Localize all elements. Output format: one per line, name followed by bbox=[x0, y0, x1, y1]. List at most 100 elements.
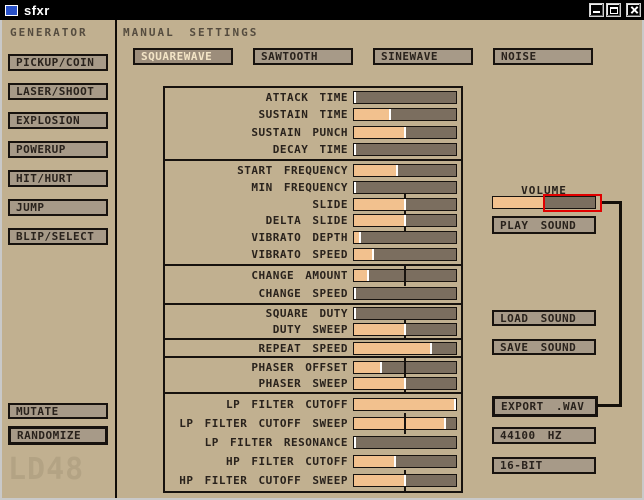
app-icon bbox=[5, 5, 18, 16]
lp-filter-resonance-slider[interactable] bbox=[353, 436, 457, 449]
decay-time-slider[interactable] bbox=[353, 143, 457, 156]
slider-row: SLIDE bbox=[165, 198, 461, 211]
generator-hit-hurt-button[interactable]: HIT/HURT bbox=[8, 170, 108, 187]
waveform-sawtooth-button[interactable]: SAWTOOTH bbox=[253, 48, 353, 65]
decay-time-label: DECAY TIME bbox=[273, 143, 348, 156]
generator-header: GENERATOR bbox=[10, 26, 88, 39]
slider-marker bbox=[396, 165, 398, 176]
slider-fill bbox=[354, 475, 404, 486]
waveform-button-label: NOISE bbox=[501, 50, 537, 63]
hp-filter-cutoff-sweep-slider[interactable] bbox=[353, 474, 457, 487]
slider-fill bbox=[354, 199, 404, 210]
randomize-button[interactable]: RANDOMIZE bbox=[8, 426, 108, 445]
repeat-speed-slider[interactable] bbox=[353, 342, 457, 355]
waveform-sinewave-button[interactable]: SINEWAVE bbox=[373, 48, 473, 65]
maximize-button[interactable] bbox=[606, 3, 621, 17]
sustain-punch-slider[interactable] bbox=[353, 126, 457, 139]
slider-marker bbox=[404, 378, 406, 389]
close-button[interactable] bbox=[626, 3, 641, 17]
phaser-sweep-label: PHASER SWEEP bbox=[259, 377, 348, 390]
generator-pickup-coin-button[interactable]: PICKUP/COIN bbox=[8, 54, 108, 71]
slider-group: PHASER OFFSET PHASER SWEEP bbox=[163, 356, 463, 394]
generator-button-label: HIT/HURT bbox=[16, 172, 73, 185]
waveform-noise-button[interactable]: NOISE bbox=[493, 48, 593, 65]
center-tick bbox=[404, 265, 406, 286]
bit-depth-button[interactable]: 16-BIT bbox=[492, 457, 596, 474]
generator-explosion-button[interactable]: EXPLOSION bbox=[8, 112, 108, 129]
slider-row: PHASER SWEEP bbox=[165, 377, 461, 390]
vibrato-speed-slider[interactable] bbox=[353, 248, 457, 261]
slider-row: HP FILTER CUTOFF SWEEP bbox=[165, 474, 461, 487]
slider-marker bbox=[404, 127, 406, 138]
slider-row: LP FILTER CUTOFF SWEEP bbox=[165, 417, 461, 430]
change-amount-slider[interactable] bbox=[353, 269, 457, 282]
export-wav-button[interactable]: EXPORT .WAV bbox=[492, 396, 598, 417]
window-title: sfxr bbox=[24, 3, 50, 18]
titlebar[interactable]: sfxr bbox=[0, 0, 644, 20]
slider-fill bbox=[354, 109, 389, 120]
slider-group: ATTACK TIMESUSTAIN TIMESUSTAIN PUNCHDECA… bbox=[163, 86, 463, 161]
waveform-squarewave-button[interactable]: SQUAREWAVE bbox=[133, 48, 233, 65]
duty-sweep-label: DUTY SWEEP bbox=[273, 323, 348, 336]
slider-marker bbox=[430, 343, 432, 354]
slider-row: LP FILTER CUTOFF bbox=[165, 398, 461, 411]
lp-filter-cutoff-sweep-slider[interactable] bbox=[353, 417, 457, 430]
slider-marker bbox=[354, 288, 356, 299]
waveform-button-row: SQUAREWAVE SAWTOOTH SINEWAVE NOISE bbox=[133, 48, 593, 65]
duty-sweep-slider[interactable] bbox=[353, 323, 457, 336]
repeat-speed-label: REPEAT SPEED bbox=[259, 342, 348, 355]
sample-rate-label: 44100 HZ bbox=[500, 429, 562, 442]
slider-fill bbox=[354, 215, 404, 226]
slider-marker bbox=[404, 199, 406, 210]
generator-blip-select-button[interactable]: BLIP/SELECT bbox=[8, 228, 108, 245]
min-frequency-slider[interactable] bbox=[353, 181, 457, 194]
slider-row: SUSTAIN PUNCH bbox=[165, 126, 461, 139]
slider-fill bbox=[354, 165, 396, 176]
slider-marker bbox=[404, 475, 406, 486]
slider-row: PHASER OFFSET bbox=[165, 361, 461, 374]
slider-fill bbox=[354, 378, 404, 389]
slider-marker bbox=[404, 215, 406, 226]
start-frequency-label: START FREQUENCY bbox=[237, 164, 348, 177]
export-wav-label: EXPORT .WAV bbox=[501, 400, 584, 413]
slider-marker bbox=[454, 399, 456, 410]
start-frequency-slider[interactable] bbox=[353, 164, 457, 177]
delta-slide-slider[interactable] bbox=[353, 214, 457, 227]
attack-time-slider[interactable] bbox=[353, 91, 457, 104]
generator-laser-shoot-button[interactable]: LASER/SHOOT bbox=[8, 83, 108, 100]
phaser-sweep-slider[interactable] bbox=[353, 377, 457, 390]
export-connector-line bbox=[619, 201, 622, 407]
hp-filter-cutoff-slider[interactable] bbox=[353, 455, 457, 468]
slider-marker bbox=[359, 232, 361, 243]
delta-slide-label: DELTA SLIDE bbox=[266, 214, 348, 227]
slider-row: DECAY TIME bbox=[165, 143, 461, 156]
sustain-time-slider[interactable] bbox=[353, 108, 457, 121]
slider-marker bbox=[404, 324, 406, 335]
sustain-time-label: SUSTAIN TIME bbox=[259, 108, 348, 121]
change-speed-slider[interactable] bbox=[353, 287, 457, 300]
sample-rate-button[interactable]: 44100 HZ bbox=[492, 427, 596, 444]
slider-row: SUSTAIN TIME bbox=[165, 108, 461, 121]
generator-jump-button[interactable]: JUMP bbox=[8, 199, 108, 216]
mutate-button[interactable]: MUTATE bbox=[8, 403, 108, 419]
waveform-button-label: SINEWAVE bbox=[381, 50, 438, 63]
vibrato-depth-slider[interactable] bbox=[353, 231, 457, 244]
slider-group: START FREQUENCY MIN FREQUENCY SLIDE DELTA S… bbox=[163, 159, 463, 266]
window-controls bbox=[589, 3, 641, 17]
minimize-button[interactable] bbox=[589, 3, 604, 17]
min-frequency-label: MIN FREQUENCY bbox=[251, 181, 348, 194]
slider-fill bbox=[354, 270, 367, 281]
slide-slider[interactable] bbox=[353, 198, 457, 211]
slider-row: DELTA SLIDE bbox=[165, 214, 461, 227]
hp-filter-cutoff-sweep-label: HP FILTER CUTOFF SWEEP bbox=[179, 474, 348, 487]
lp-filter-cutoff-slider[interactable] bbox=[353, 398, 457, 411]
generator-powerup-button[interactable]: POWERUP bbox=[8, 141, 108, 158]
load-sound-button[interactable]: LOAD SOUND bbox=[492, 310, 596, 326]
slider-fill bbox=[354, 127, 404, 138]
randomize-button-label: RANDOMIZE bbox=[17, 429, 81, 442]
play-sound-button[interactable]: PLAY SOUND bbox=[492, 216, 596, 234]
minimize-icon bbox=[593, 11, 600, 13]
slider-marker bbox=[389, 109, 391, 120]
save-sound-button[interactable]: SAVE SOUND bbox=[492, 339, 596, 355]
ld48-watermark: LD48 bbox=[8, 452, 84, 487]
